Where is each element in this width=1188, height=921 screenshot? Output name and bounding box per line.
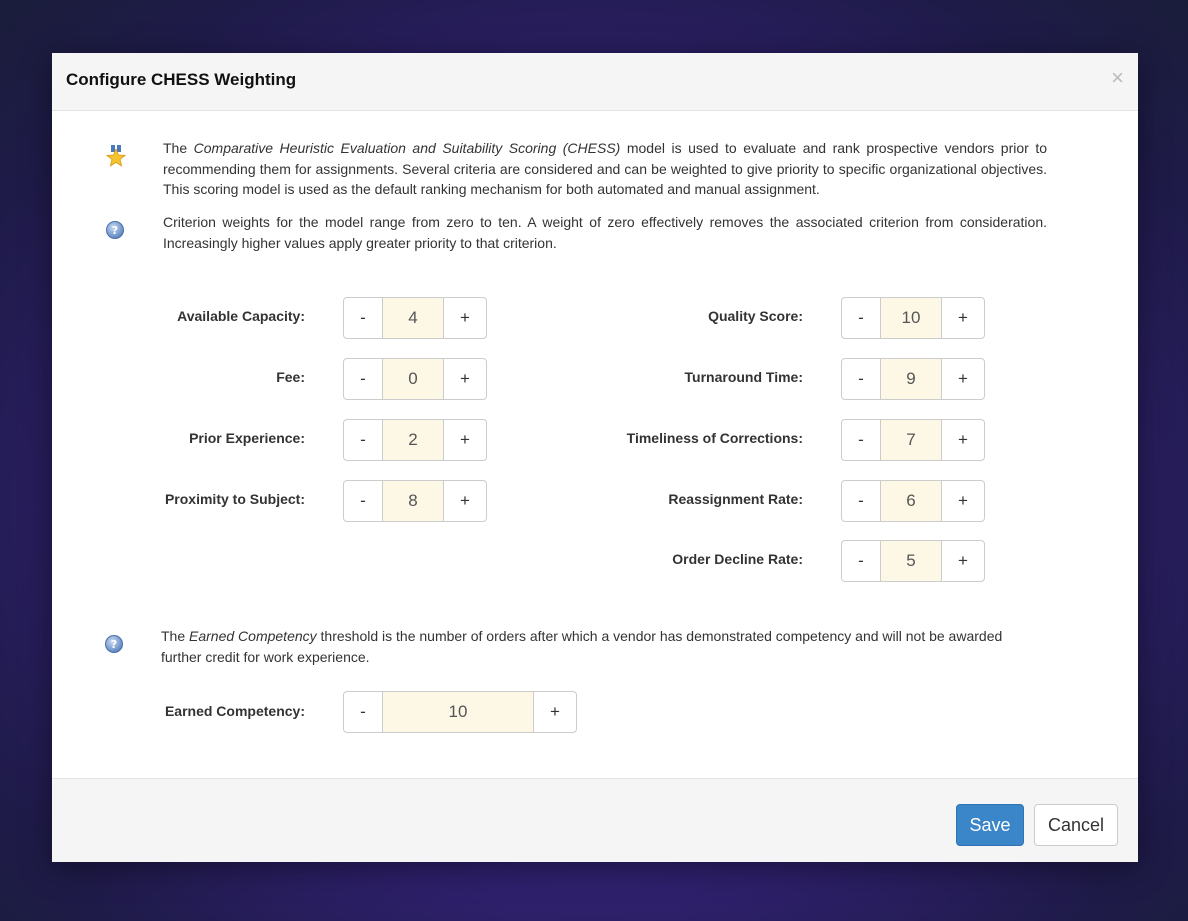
value-field[interactable]: 5	[881, 540, 941, 582]
stepper-prior-experience: - 2 +	[343, 419, 487, 461]
stepper-reassignment-rate: - 6 +	[841, 480, 985, 522]
stepper-fee: - 0 +	[343, 358, 487, 400]
value-field[interactable]: 6	[881, 480, 941, 522]
modal-header: Configure CHESS Weighting ×	[52, 53, 1138, 111]
help-icon: ?	[105, 220, 125, 245]
label-fee: Fee:	[276, 369, 305, 385]
info-paragraph: Criterion weights for the model range fr…	[163, 214, 1047, 251]
value-field[interactable]: 9	[881, 358, 941, 400]
label-reassignment-rate: Reassignment Rate:	[668, 491, 803, 507]
intro-text-start: The	[163, 140, 194, 156]
cancel-button[interactable]: Cancel	[1034, 804, 1118, 846]
close-icon[interactable]: ×	[1111, 67, 1124, 89]
decrement-button[interactable]: -	[343, 297, 383, 339]
increment-button[interactable]: +	[443, 297, 487, 339]
intro-emphasis: Comparative Heuristic Evaluation and Sui…	[193, 140, 621, 156]
stepper-turnaround-time: - 9 +	[841, 358, 985, 400]
stepper-timeliness-of-corrections: - 7 +	[841, 419, 985, 461]
decrement-button[interactable]: -	[343, 358, 383, 400]
decrement-button[interactable]: -	[841, 480, 881, 522]
stepper-available-capacity: - 4 +	[343, 297, 487, 339]
increment-button[interactable]: +	[941, 480, 985, 522]
increment-button[interactable]: +	[443, 358, 487, 400]
increment-button[interactable]: +	[941, 297, 985, 339]
label-available-capacity: Available Capacity:	[177, 308, 305, 324]
decrement-button[interactable]: -	[343, 480, 383, 522]
intro-paragraph: The Comparative Heuristic Evaluation and…	[163, 138, 1047, 200]
increment-button[interactable]: +	[941, 419, 985, 461]
competency-paragraph: The Earned Competency threshold is the n…	[161, 626, 1041, 667]
stepper-earned-competency: - 10 +	[343, 691, 577, 733]
increment-button[interactable]: +	[941, 540, 985, 582]
decrement-button[interactable]: -	[841, 540, 881, 582]
competency-text-start: The	[161, 628, 190, 644]
value-field[interactable]: 10	[881, 297, 941, 339]
value-field[interactable]: 2	[383, 419, 443, 461]
decrement-button[interactable]: -	[841, 358, 881, 400]
svg-text:?: ?	[111, 638, 117, 651]
help-icon: ?	[104, 634, 124, 659]
star-medal-icon	[105, 145, 127, 172]
stepper-quality-score: - 10 +	[841, 297, 985, 339]
label-quality-score: Quality Score:	[708, 308, 803, 324]
increment-button[interactable]: +	[443, 419, 487, 461]
increment-button[interactable]: +	[533, 691, 577, 733]
value-field[interactable]: 8	[383, 480, 443, 522]
value-field[interactable]: 7	[881, 419, 941, 461]
decrement-button[interactable]: -	[343, 691, 383, 733]
label-timeliness-of-corrections: Timeliness of Corrections:	[626, 430, 803, 446]
label-earned-competency: Earned Competency:	[164, 703, 305, 719]
increment-button[interactable]: +	[443, 480, 487, 522]
label-prior-experience: Prior Experience:	[189, 430, 305, 446]
label-order-decline-rate: Order Decline Rate:	[672, 551, 803, 567]
label-turnaround-time: Turnaround Time:	[684, 369, 803, 385]
modal-title: Configure CHESS Weighting	[66, 70, 297, 89]
decrement-button[interactable]: -	[841, 419, 881, 461]
value-field[interactable]: 0	[383, 358, 443, 400]
decrement-button[interactable]: -	[343, 419, 383, 461]
save-button[interactable]: Save	[956, 804, 1024, 846]
increment-button[interactable]: +	[941, 358, 985, 400]
decrement-button[interactable]: -	[841, 297, 881, 339]
modal-footer: Save Cancel	[52, 778, 1138, 862]
stepper-order-decline-rate: - 5 +	[841, 540, 985, 582]
chess-weighting-dialog: Configure CHESS Weighting × The Comparat…	[52, 53, 1138, 862]
value-field[interactable]: 10	[383, 691, 533, 733]
svg-text:?: ?	[112, 224, 118, 237]
label-proximity-to-subject: Proximity to Subject:	[164, 491, 305, 507]
competency-emphasis: Earned Competency	[189, 628, 317, 644]
stepper-proximity-to-subject: - 8 +	[343, 480, 487, 522]
value-field[interactable]: 4	[383, 297, 443, 339]
